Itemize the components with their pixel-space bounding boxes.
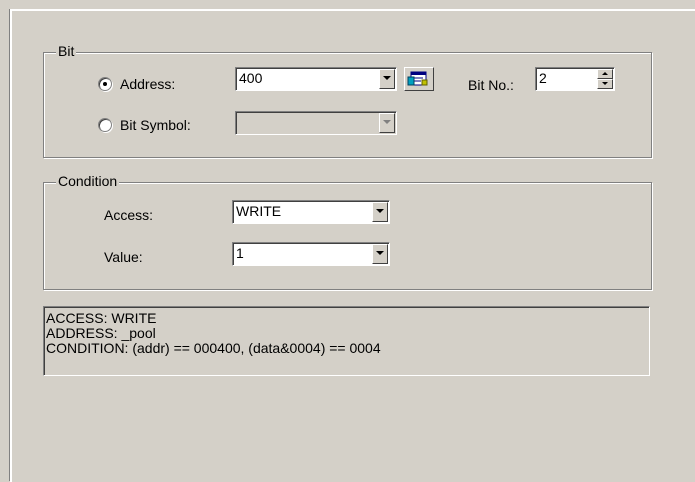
address-combobox[interactable]: 400 (235, 67, 397, 91)
chevron-down-icon (376, 251, 384, 255)
access-label: Access: (104, 207, 154, 223)
condition-groupbox (43, 182, 652, 290)
address-radio[interactable] (98, 77, 112, 91)
spin-down-button[interactable] (597, 79, 613, 89)
bit-symbol-radio[interactable] (98, 118, 112, 132)
summary-line-condition: CONDITION: (addr) == 000400, (data&0004)… (46, 340, 381, 356)
address-dropdown-button[interactable] (379, 69, 395, 89)
bit-symbol-dropdown-button[interactable] (379, 113, 395, 133)
value-value: 1 (236, 245, 244, 261)
address-radio-row[interactable]: Address: (98, 76, 175, 92)
bit-symbol-label: Bit Symbol: (120, 117, 191, 133)
summary-line-access: ACCESS: WRITE (46, 310, 157, 326)
spin-up-button[interactable] (597, 69, 613, 79)
bit-group-title: Bit (56, 43, 77, 59)
arrow-down-icon (602, 82, 608, 85)
address-value: 400 (239, 70, 263, 86)
bit-no-value: 2 (539, 70, 547, 86)
symbol-browse-button[interactable] (404, 67, 434, 91)
access-value: WRITE (236, 203, 282, 219)
address-book-icon (407, 71, 428, 86)
bit-no-spin-buttons[interactable] (597, 69, 613, 89)
bit-symbol-combobox[interactable] (235, 111, 397, 135)
arrow-up-icon (602, 72, 608, 75)
value-combobox[interactable]: 1 (232, 242, 390, 266)
address-label: Address: (120, 76, 176, 92)
value-dropdown-button[interactable] (372, 244, 388, 264)
value-label: Value: (104, 249, 143, 265)
chevron-down-icon (383, 76, 391, 80)
condition-summary-box: ACCESS: WRITE ADDRESS: _pool CONDITION: … (43, 306, 650, 376)
chevron-down-icon (376, 209, 384, 213)
bit-no-spinbox[interactable]: 2 (535, 67, 615, 91)
access-combobox[interactable]: WRITE (232, 200, 390, 224)
summary-line-address: ADDRESS: _pool (46, 325, 156, 341)
chevron-down-icon (383, 120, 391, 124)
bit-symbol-radio-row[interactable]: Bit Symbol: (98, 117, 191, 133)
access-dropdown-button[interactable] (372, 202, 388, 222)
condition-group-title: Condition (56, 173, 120, 189)
bit-no-label: Bit No.: (468, 77, 514, 93)
